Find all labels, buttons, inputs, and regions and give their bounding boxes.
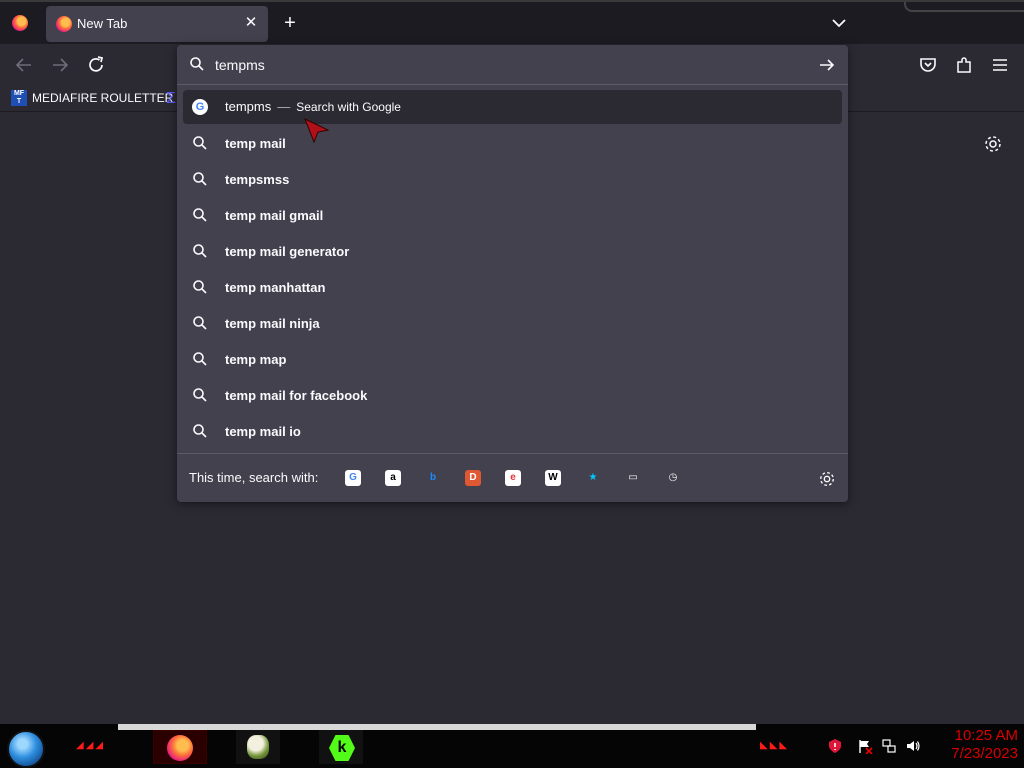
urlbar-input[interactable]: tempms bbox=[215, 57, 265, 73]
pocket-icon[interactable] bbox=[917, 54, 939, 76]
tabs-icon[interactable]: ▭ bbox=[625, 470, 641, 486]
tab-strip: New Tab ✕ + bbox=[0, 0, 1024, 44]
search-icon bbox=[193, 244, 207, 258]
extensions-puzzle-icon[interactable] bbox=[953, 54, 975, 76]
search-icon bbox=[193, 352, 207, 366]
suggestion-row[interactable]: temp mail bbox=[183, 126, 842, 162]
urlbar-results: tempms — Search with Google temp mail temp… bbox=[183, 90, 842, 450]
google-icon[interactable]: G bbox=[345, 470, 361, 486]
taskbar-clock[interactable]: 10:25 AM 7/23/2023 bbox=[951, 727, 1018, 763]
search-icon bbox=[193, 424, 207, 438]
wikipedia-icon[interactable]: W bbox=[545, 470, 561, 486]
firefox-icon bbox=[167, 735, 193, 761]
suggestion-row[interactable]: temp map bbox=[183, 342, 842, 378]
suggestion-text: temp mail io bbox=[225, 424, 301, 439]
clock-time: 10:25 AM bbox=[954, 727, 1018, 744]
suggestion-text: temp map bbox=[225, 352, 287, 367]
theme-decoration bbox=[904, 2, 1024, 12]
firefox-favicon-icon bbox=[56, 16, 72, 32]
reload-icon[interactable] bbox=[85, 54, 107, 76]
firefox-view-icon[interactable] bbox=[12, 15, 28, 31]
result-query: tempms bbox=[225, 99, 272, 114]
taskbar-plants-app-button[interactable] bbox=[236, 730, 280, 764]
screen: New Tab ✕ + MF T MEDIAFIRE ROULETTER Σ t… bbox=[0, 0, 1024, 768]
google-icon bbox=[192, 99, 208, 115]
action-center-flag-icon[interactable] bbox=[857, 738, 873, 754]
tab-close-icon[interactable]: ✕ bbox=[242, 14, 260, 32]
kick-icon: k bbox=[329, 735, 355, 761]
go-arrow-icon[interactable] bbox=[818, 56, 836, 74]
one-offs-label: This time, search with: bbox=[189, 470, 319, 485]
clock-date: 7/23/2023 bbox=[951, 745, 1018, 762]
search-settings-gear-icon[interactable] bbox=[818, 470, 836, 488]
mediafire-bookmark-icon: MF T bbox=[11, 90, 27, 106]
search-icon bbox=[193, 172, 207, 186]
search-one-offs: This time, search with: Ga b De W ★ ▭ ◷ bbox=[177, 453, 848, 502]
bookmark-overflow-icon[interactable]: Σ bbox=[166, 90, 176, 108]
bookmarks-star-icon[interactable]: ★ bbox=[585, 470, 601, 486]
hamburger-menu-icon[interactable] bbox=[989, 54, 1011, 76]
suggestion-text: temp manhattan bbox=[225, 280, 326, 295]
suggestion-text: temp mail ninja bbox=[225, 316, 320, 331]
search-icon bbox=[190, 57, 204, 71]
amazon-icon[interactable]: a bbox=[385, 470, 401, 486]
suggestion-row[interactable]: temp mail for facebook bbox=[183, 378, 842, 414]
suggestion-text: temp mail for facebook bbox=[225, 388, 368, 403]
suggestion-text: temp mail generator bbox=[225, 244, 350, 259]
back-arrow-icon[interactable] bbox=[13, 54, 35, 76]
suggestion-row[interactable]: temp mail io bbox=[183, 414, 842, 450]
urlbar-popup: tempms tempms — Search with Google temp ma… bbox=[177, 45, 848, 502]
duckduckgo-icon[interactable]: D bbox=[465, 470, 481, 486]
result-search-with-google[interactable]: tempms — Search with Google bbox=[183, 90, 842, 124]
suggestion-text: tempsmss bbox=[225, 172, 290, 187]
search-icon bbox=[193, 280, 207, 294]
new-tab-settings-gear-icon[interactable] bbox=[983, 134, 1003, 154]
suggestion-text: temp mail bbox=[225, 136, 286, 151]
tab-new-tab[interactable]: New Tab ✕ bbox=[46, 6, 268, 42]
taskbar-red-lights-right: ◣◣◣ bbox=[760, 740, 790, 751]
forward-arrow-icon[interactable] bbox=[49, 54, 71, 76]
new-tab-button[interactable]: + bbox=[280, 13, 300, 33]
ebay-icon[interactable]: e bbox=[505, 470, 521, 486]
history-icon[interactable]: ◷ bbox=[665, 470, 681, 486]
suggestion-row[interactable]: tempsmss bbox=[183, 162, 842, 198]
tab-title: New Tab bbox=[77, 16, 128, 31]
taskbar-kick-app-button[interactable]: k bbox=[319, 730, 363, 764]
suggestion-row[interactable]: temp mail ninja bbox=[183, 306, 842, 342]
bing-icon[interactable]: b bbox=[425, 470, 441, 486]
search-icon bbox=[193, 208, 207, 222]
search-icon bbox=[193, 388, 207, 402]
suggestion-row[interactable]: temp manhattan bbox=[183, 270, 842, 306]
list-all-tabs-chevron-down-icon[interactable] bbox=[830, 14, 848, 32]
volume-icon[interactable] bbox=[905, 738, 921, 754]
start-orb-icon[interactable] bbox=[7, 730, 45, 768]
mouse-cursor-icon bbox=[304, 118, 330, 144]
suggestion-text: temp mail gmail bbox=[225, 208, 324, 223]
taskbar-decoration bbox=[118, 724, 756, 730]
taskbar-firefox-button[interactable] bbox=[153, 730, 207, 764]
security-shield-icon[interactable] bbox=[827, 738, 843, 754]
plant-app-icon bbox=[247, 735, 269, 759]
urlbar-input-row[interactable]: tempms bbox=[177, 45, 848, 85]
taskbar-red-lights: ◢◢◢ bbox=[76, 740, 106, 751]
result-action: Search with Google bbox=[296, 100, 401, 114]
result-separator: — bbox=[277, 99, 291, 114]
network-icon[interactable] bbox=[881, 738, 897, 754]
suggestion-row[interactable]: temp mail gmail bbox=[183, 198, 842, 234]
suggestion-row[interactable]: temp mail generator bbox=[183, 234, 842, 270]
search-icon bbox=[193, 316, 207, 330]
bookmark-mediafire-roulette[interactable]: MEDIAFIRE ROULETTER bbox=[32, 91, 173, 105]
search-icon bbox=[193, 136, 207, 150]
